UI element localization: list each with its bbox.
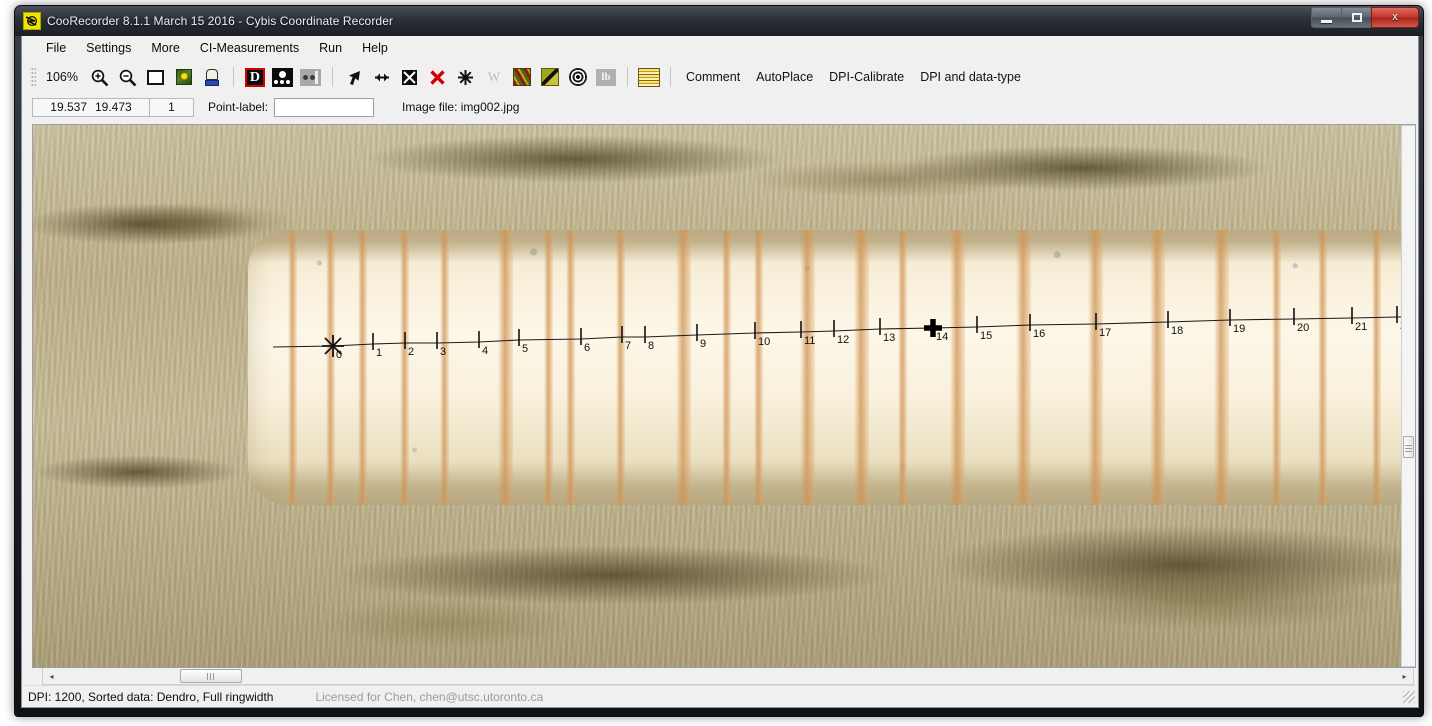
maximize-icon: [1351, 13, 1362, 22]
toolbar-separator: [669, 67, 671, 87]
pan-hand-icon[interactable]: [199, 65, 225, 89]
measurement-point-label: 14: [936, 331, 948, 343]
minimize-button[interactable]: [1311, 7, 1342, 28]
dendro-mode-icon[interactable]: D: [242, 65, 268, 89]
zoom-in-icon[interactable]: [87, 65, 113, 89]
slash-pattern-icon[interactable]: [537, 65, 563, 89]
measurement-point-label: 11: [804, 335, 815, 347]
point-dots-gray-icon[interactable]: [298, 65, 324, 89]
measurement-point-label: 4: [482, 345, 488, 357]
scroll-right-arrow-icon[interactable]: ▸: [1396, 668, 1413, 684]
measurement-point-label: 17: [1099, 327, 1111, 339]
ring-pattern-icon[interactable]: [636, 65, 662, 89]
measurement-point-label: 15: [980, 330, 992, 342]
menu-item-settings[interactable]: Settings: [76, 39, 141, 57]
point-label-caption: Point-label:: [208, 100, 269, 114]
measurement-point-label: 6: [584, 342, 590, 354]
status-bar: DPI: 1200, Sorted data: Dendro, Full rin…: [22, 685, 1418, 707]
measurement-point-label: 5: [522, 343, 528, 355]
horizontal-scrollbar[interactable]: ◂ ▸: [42, 668, 1414, 685]
toolbar-separator: [232, 67, 234, 87]
fit-frame-icon[interactable]: [143, 65, 169, 89]
delete-point-icon[interactable]: [425, 65, 451, 89]
w-marker-icon[interactable]: W: [481, 65, 507, 89]
menu-item-ci-measurements[interactable]: CI-Measurements: [190, 39, 309, 57]
coordinate-bar: 19.537 19.473 1 Point-label: Image file:…: [22, 94, 1418, 120]
comment-button[interactable]: Comment: [678, 67, 748, 87]
zoom-level-label: 106%: [46, 70, 78, 84]
measurement-point-label: 19: [1233, 323, 1245, 335]
measurement-point-label: 1: [376, 347, 382, 359]
measurement-point-label: 7: [625, 340, 631, 352]
point-dots-icon[interactable]: [270, 65, 296, 89]
autoplace-button[interactable]: AutoPlace: [748, 67, 821, 87]
scrollbar-grip-icon: [206, 672, 216, 680]
client-area: File Settings More CI-Measurements Run H…: [21, 36, 1419, 708]
delete-box-icon[interactable]: [397, 65, 423, 89]
measurement-point-label: 8: [648, 340, 654, 352]
vertical-scrollbar-thumb[interactable]: [1403, 436, 1414, 458]
image-colors-icon[interactable]: [171, 65, 197, 89]
zoom-out-icon[interactable]: [115, 65, 141, 89]
coordinate-y: 19.473: [95, 100, 132, 114]
lb-icon[interactable]: lb: [593, 65, 619, 89]
desktop-background: CooRecorder 8.1.1 March 15 2016 - Cybis …: [0, 0, 1432, 726]
coordinate-x: 19.537: [50, 100, 87, 114]
image-viewport[interactable]: 012345678910111213141516171819202122: [32, 124, 1416, 668]
point-label-input[interactable]: [274, 97, 375, 117]
menu-item-help[interactable]: Help: [352, 39, 398, 57]
measure-distance-icon[interactable]: [369, 65, 395, 89]
image-viewport-wrapper: 012345678910111213141516171819202122 ◂: [32, 124, 1416, 685]
app-logo-icon: [23, 12, 41, 30]
menu-bar: File Settings More CI-Measurements Run H…: [22, 36, 1418, 60]
image-file-label: Image file: img002.jpg: [402, 100, 520, 114]
menu-item-run[interactable]: Run: [309, 39, 352, 57]
measurement-path: 012345678910111213141516171819202122: [272, 306, 1415, 361]
window-controls: x: [1311, 7, 1419, 29]
measurement-point-label: 10: [758, 336, 770, 348]
select-arrow-icon[interactable]: [341, 65, 367, 89]
measurement-point-label: 2: [408, 346, 414, 358]
toolbar-separator: [331, 67, 333, 87]
minimize-icon: [1321, 19, 1332, 23]
scrollbar-grip-icon: [1405, 442, 1412, 452]
close-button[interactable]: x: [1371, 7, 1419, 28]
measurement-point-label: 16: [1033, 328, 1045, 340]
measurement-point-label: 12: [837, 334, 849, 346]
window-title: CooRecorder 8.1.1 March 15 2016 - Cybis …: [47, 14, 394, 28]
status-license: Licensed for Chen, chen@utsc.utoronto.ca: [315, 689, 544, 704]
measurement-point-label: 9: [700, 338, 706, 350]
measurement-point-label: 3: [440, 346, 446, 358]
dpi-and-data-type-button[interactable]: DPI and data-type: [912, 67, 1029, 87]
target-icon[interactable]: [565, 65, 591, 89]
coordinate-display: 19.537 19.473: [32, 97, 150, 117]
color-pattern-icon[interactable]: [509, 65, 535, 89]
status-dpi-sorted-data: DPI: 1200, Sorted data: Dendro, Full rin…: [28, 689, 274, 704]
close-icon: x: [1392, 11, 1398, 23]
toolbar-separator: [626, 67, 628, 87]
measurement-point-label: 0: [336, 349, 342, 361]
measurement-overlay[interactable]: 012345678910111213141516171819202122: [33, 125, 1415, 667]
measurement-point-label: 13: [883, 332, 895, 344]
toolbar: 106% D W lb Comment AutoPlace DPI-Calibr…: [22, 60, 1418, 94]
measurement-point-label: 21: [1355, 321, 1367, 333]
menu-item-file[interactable]: File: [36, 39, 76, 57]
measurement-point-label: 18: [1171, 325, 1183, 337]
toolbar-grip[interactable]: [30, 66, 36, 88]
dpi-calibrate-button[interactable]: DPI-Calibrate: [821, 67, 912, 87]
application-window: CooRecorder 8.1.1 March 15 2016 - Cybis …: [14, 5, 1424, 717]
horizontal-scrollbar-track[interactable]: [60, 668, 1396, 684]
scroll-left-arrow-icon[interactable]: ◂: [43, 668, 60, 684]
resize-grip-icon[interactable]: [1403, 690, 1415, 703]
measurement-point-label: 20: [1297, 322, 1309, 334]
vertical-scrollbar[interactable]: [1401, 125, 1415, 667]
asterisk-point-icon[interactable]: [453, 65, 479, 89]
maximize-button[interactable]: [1341, 7, 1372, 28]
horizontal-scrollbar-thumb[interactable]: [180, 669, 242, 683]
point-count-display: 1: [150, 97, 194, 117]
menu-item-more[interactable]: More: [141, 39, 189, 57]
title-bar: CooRecorder 8.1.1 March 15 2016 - Cybis …: [15, 6, 1423, 36]
